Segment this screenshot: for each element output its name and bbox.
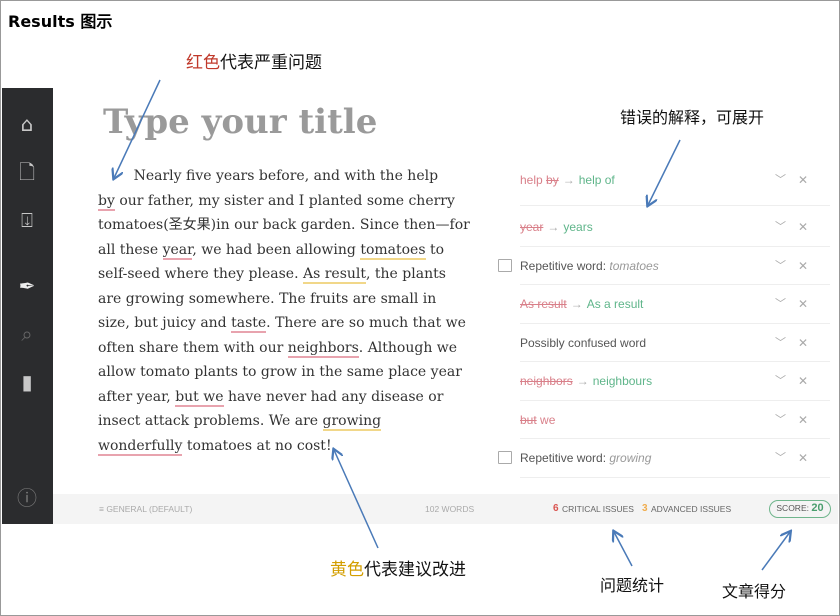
arrow-explain xyxy=(648,139,681,205)
arrow-stats xyxy=(614,532,633,567)
arrow-red xyxy=(114,79,161,178)
arrow-score xyxy=(761,532,790,571)
arrow-yellow xyxy=(334,450,379,549)
annotation-arrows xyxy=(0,79,840,571)
